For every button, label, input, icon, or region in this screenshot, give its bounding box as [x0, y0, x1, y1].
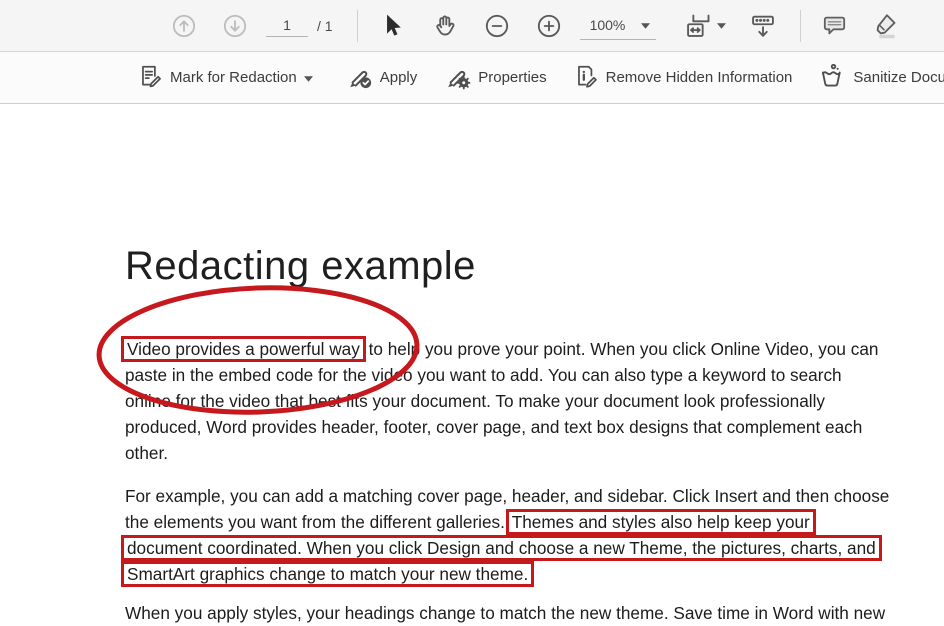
toolbar-arrow-down-icon [749, 12, 777, 40]
zoom-level-select[interactable]: 100% [580, 12, 657, 40]
chevron-down-icon [717, 23, 726, 29]
next-page-button[interactable] [222, 13, 248, 39]
acrobat-window: / 1 [0, 0, 944, 621]
highlighter-pen-icon [870, 12, 898, 40]
properties-label: Properties [478, 69, 546, 86]
highlight-button[interactable] [871, 13, 897, 39]
page-count-label: / 1 [317, 18, 333, 34]
marker-check-icon [345, 62, 373, 93]
document-info-pencil-icon [573, 63, 599, 92]
circle-arrow-up-icon [171, 13, 197, 39]
comment-button[interactable] [821, 13, 847, 39]
remove-hidden-information-button[interactable]: Remove Hidden Information [573, 63, 793, 92]
speech-bubble-icon [821, 12, 848, 39]
document-line: When you apply styles, your headings cha… [125, 600, 885, 626]
hand-grab-icon [432, 13, 458, 39]
page-fit-width-icon [684, 12, 712, 40]
paragraph-3: When you apply styles, your headings cha… [125, 600, 885, 626]
document-line: SmartArt graphics change to match your n… [125, 561, 889, 587]
red-ellipse-annotation[interactable] [90, 279, 426, 421]
zoom-out-button[interactable] [484, 13, 510, 39]
redaction-properties-button[interactable]: Properties [443, 62, 546, 93]
document-line: other. [125, 440, 878, 466]
page-number-input[interactable] [266, 14, 308, 37]
document-text: to help you prove your point. When you c… [364, 339, 879, 359]
redaction-mark[interactable]: document coordinated. When you click Des… [121, 535, 882, 561]
document-line: For example, you can add a matching cove… [125, 483, 889, 509]
document-text: the elements you want from the different… [125, 512, 510, 532]
fit-width-button[interactable] [684, 13, 726, 39]
mark-for-redaction-button[interactable]: Mark for Redaction [137, 63, 313, 92]
apply-redactions-button[interactable]: Apply [345, 62, 418, 93]
wash-bucket-icon [818, 62, 846, 93]
main-toolbar: / 1 [0, 0, 944, 52]
apply-label: Apply [380, 69, 418, 86]
page-navigation: / 1 [266, 14, 333, 37]
previous-page-button[interactable] [171, 13, 197, 39]
zoom-level-value: 100% [590, 17, 626, 33]
page-display-button[interactable] [748, 13, 778, 39]
toolbar-separator [357, 10, 358, 42]
document-line: document coordinated. When you click Des… [125, 535, 889, 561]
cursor-arrow-icon [380, 13, 406, 39]
remove-hidden-information-label: Remove Hidden Information [606, 69, 793, 86]
circle-minus-icon [484, 13, 510, 39]
sanitize-document-button[interactable]: Sanitize Document [818, 62, 944, 93]
marker-gear-icon [443, 62, 471, 93]
chevron-down-icon [304, 70, 313, 85]
circle-arrow-down-icon [222, 13, 248, 39]
toolbar-separator [800, 10, 801, 42]
pdf-document-page: Redacting example Video provides a power… [0, 104, 944, 621]
select-tool-button[interactable] [380, 13, 406, 39]
document-pencil-icon [137, 63, 163, 92]
zoom-in-button[interactable] [536, 13, 562, 39]
chevron-down-icon [641, 16, 650, 34]
paragraph-2: For example, you can add a matching cove… [125, 483, 889, 587]
document-line: the elements you want from the different… [125, 509, 889, 535]
redaction-toolbar: Mark for Redaction Apply [0, 52, 944, 104]
hand-tool-button[interactable] [432, 13, 458, 39]
mark-for-redaction-label: Mark for Redaction [170, 69, 297, 86]
redaction-mark[interactable]: SmartArt graphics change to match your n… [121, 561, 534, 587]
sanitize-document-label: Sanitize Document [853, 69, 944, 86]
circle-plus-icon [536, 13, 562, 39]
redaction-mark[interactable]: Themes and styles also help keep your [506, 509, 816, 535]
